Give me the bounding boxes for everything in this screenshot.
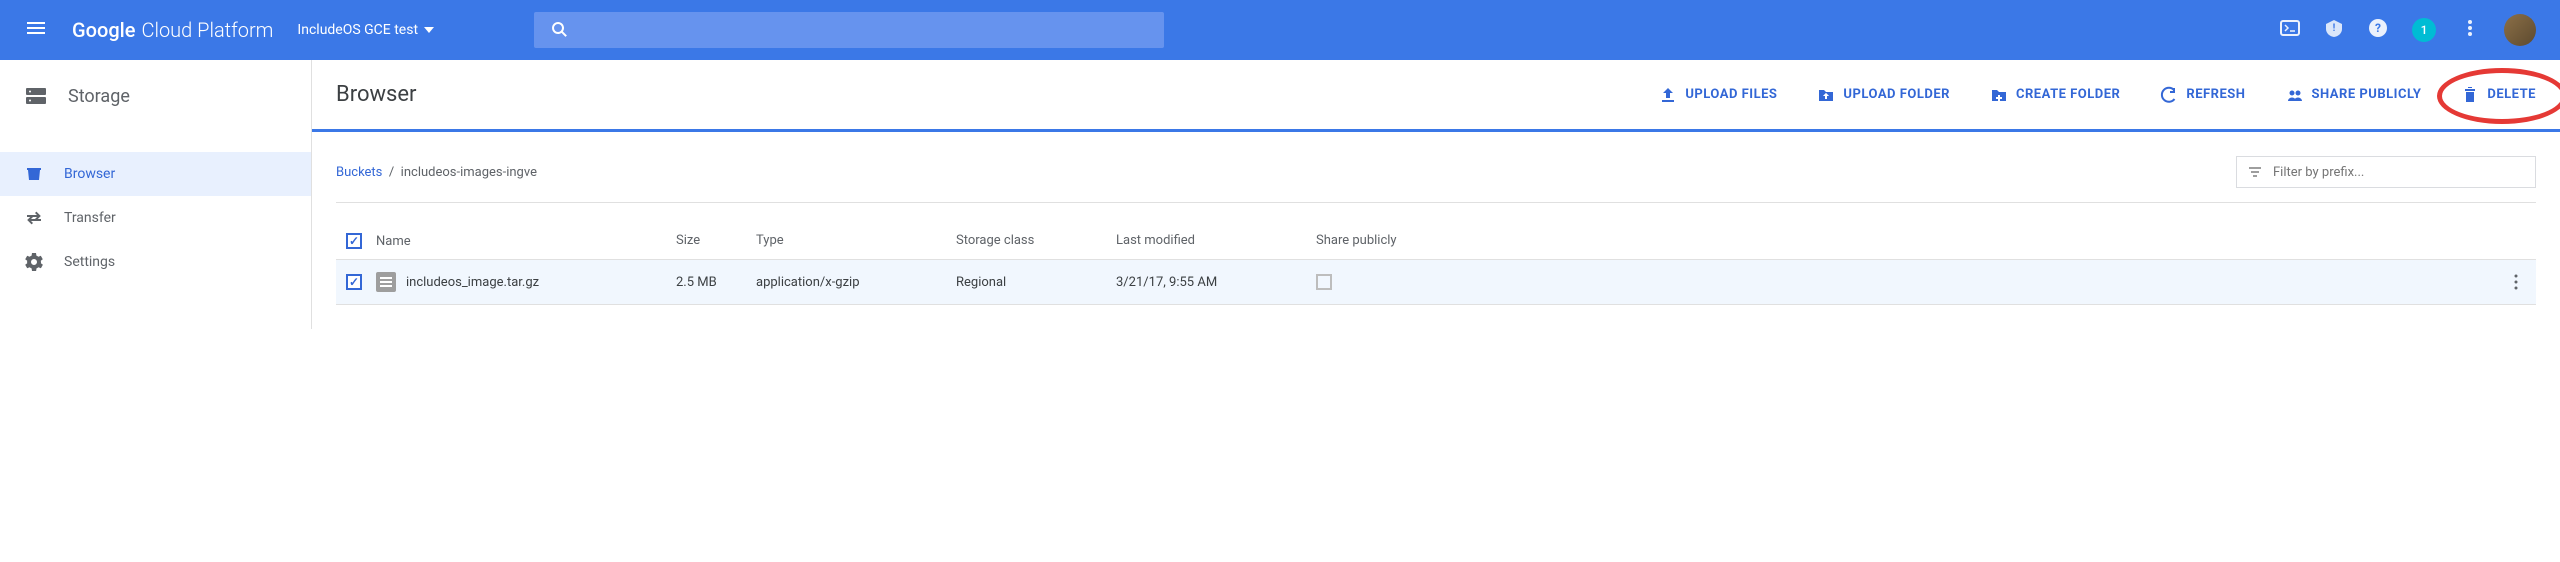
- logo-cloud-platform: Cloud Platform: [141, 18, 273, 42]
- sidebar: Storage Browser Transfer Settings: [0, 60, 312, 329]
- sidebar-item-browser[interactable]: Browser: [0, 152, 311, 196]
- project-name: IncludeOS GCE test: [297, 22, 418, 38]
- topbar: Google Cloud Platform IncludeOS GCE test…: [0, 0, 2560, 60]
- project-selector[interactable]: IncludeOS GCE test: [297, 22, 434, 38]
- content: Browser UPLOAD FILES UPLOAD FOLDER CREAT…: [312, 60, 2560, 329]
- action-label: DELETE: [2487, 87, 2536, 102]
- sidebar-item-label: Browser: [64, 166, 115, 182]
- help-icon[interactable]: ?: [2368, 18, 2388, 42]
- logo-google: Google: [72, 18, 135, 42]
- filter-input[interactable]: [2273, 165, 2525, 180]
- more-vert-icon[interactable]: [2460, 18, 2480, 42]
- trash-icon: [2461, 86, 2479, 104]
- upload-files-button[interactable]: UPLOAD FILES: [1659, 86, 1777, 104]
- table-header-row: Name Size Type Storage class Last modifi…: [336, 223, 2536, 260]
- action-label: REFRESH: [2186, 87, 2245, 102]
- col-modified-header[interactable]: Last modified: [1116, 233, 1316, 249]
- user-avatar[interactable]: [2504, 14, 2536, 46]
- upload-icon: [1659, 86, 1677, 104]
- cloud-shell-icon[interactable]: [2280, 18, 2300, 42]
- col-name-header[interactable]: Name: [376, 233, 676, 249]
- col-size-header[interactable]: Size: [676, 233, 756, 249]
- file-last-modified: 3/21/17, 9:55 AM: [1116, 275, 1316, 290]
- announcement-icon[interactable]: !: [2324, 18, 2344, 42]
- row-checkbox[interactable]: [346, 274, 362, 290]
- select-all-checkbox[interactable]: [346, 233, 362, 249]
- caret-down-icon: [424, 27, 434, 33]
- sidebar-item-transfer[interactable]: Transfer: [0, 196, 311, 240]
- content-header: Browser UPLOAD FILES UPLOAD FOLDER CREAT…: [312, 60, 2560, 132]
- share-publicly-checkbox[interactable]: [1316, 274, 1332, 290]
- create-folder-icon: [1990, 86, 2008, 104]
- create-folder-button[interactable]: CREATE FOLDER: [1990, 86, 2120, 104]
- action-label: SHARE PUBLICLY: [2312, 87, 2422, 102]
- sidebar-title: Storage: [68, 86, 130, 107]
- sidebar-item-settings[interactable]: Settings: [0, 240, 311, 284]
- file-table: Name Size Type Storage class Last modifi…: [336, 223, 2536, 305]
- more-vert-icon[interactable]: [2507, 273, 2525, 291]
- refresh-icon: [2160, 86, 2178, 104]
- refresh-button[interactable]: REFRESH: [2160, 86, 2245, 104]
- search-icon: [550, 20, 570, 40]
- file-name[interactable]: includeos_image.tar.gz: [406, 275, 539, 290]
- notifications-count: 1: [2421, 23, 2428, 37]
- col-checkbox-header: [336, 233, 376, 249]
- sidebar-item-label: Transfer: [64, 210, 116, 226]
- file-storage-class: Regional: [956, 275, 1116, 290]
- delete-button[interactable]: DELETE: [2461, 86, 2536, 104]
- filter-icon: [2247, 164, 2263, 180]
- action-label: UPLOAD FILES: [1685, 87, 1777, 102]
- notifications-badge[interactable]: 1: [2412, 18, 2436, 42]
- bucket-icon: [24, 164, 44, 184]
- file-type: application/x-gzip: [756, 275, 956, 290]
- sidebar-item-label: Settings: [64, 254, 115, 270]
- svg-text:?: ?: [2375, 21, 2381, 35]
- topbar-right: ! ? 1: [2280, 14, 2544, 46]
- upload-folder-button[interactable]: UPLOAD FOLDER: [1817, 86, 1950, 104]
- gcp-logo[interactable]: Google Cloud Platform: [72, 18, 273, 42]
- gear-icon: [24, 252, 44, 272]
- storage-icon: [24, 84, 48, 108]
- col-type-header[interactable]: Type: [756, 233, 956, 249]
- sidebar-header: Storage: [0, 60, 311, 132]
- col-share-header[interactable]: Share publicly: [1316, 233, 1476, 249]
- share-icon: [2286, 86, 2304, 104]
- hamburger-menu-icon[interactable]: [16, 8, 56, 52]
- action-label: UPLOAD FOLDER: [1843, 87, 1950, 102]
- filter-box[interactable]: [2236, 156, 2536, 188]
- svg-text:!: !: [2333, 23, 2336, 34]
- file-size: 2.5 MB: [676, 275, 756, 290]
- upload-folder-icon: [1817, 86, 1835, 104]
- action-label: CREATE FOLDER: [2016, 87, 2120, 102]
- col-storage-header[interactable]: Storage class: [956, 233, 1116, 249]
- search-box[interactable]: [534, 12, 1164, 48]
- share-publicly-button[interactable]: SHARE PUBLICLY: [2286, 86, 2422, 104]
- file-icon: [376, 272, 396, 292]
- table-row[interactable]: includeos_image.tar.gz 2.5 MB applicatio…: [336, 260, 2536, 305]
- page-title: Browser: [336, 82, 417, 107]
- transfer-icon: [24, 208, 44, 228]
- breadcrumb: Buckets / includeos-images-ingve: [336, 165, 537, 180]
- breadcrumb-current: includeos-images-ingve: [401, 165, 537, 180]
- breadcrumb-root-link[interactable]: Buckets: [336, 165, 382, 180]
- breadcrumb-row: Buckets / includeos-images-ingve: [336, 156, 2536, 203]
